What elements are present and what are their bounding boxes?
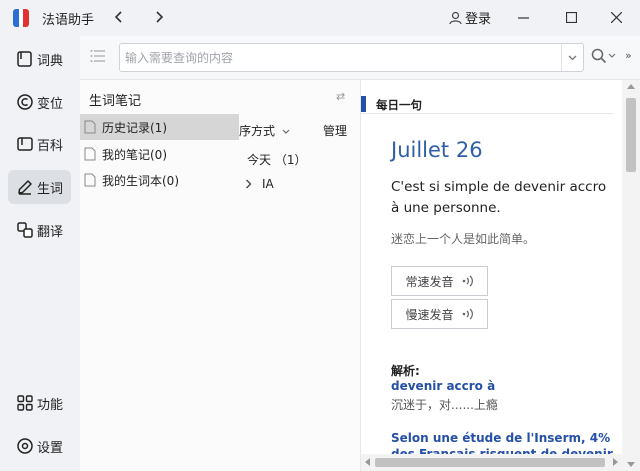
manage-button[interactable]: 管理 — [323, 122, 347, 139]
forward-button[interactable] — [149, 7, 169, 27]
accent-bar — [361, 96, 366, 112]
daily-header: 每日一句 — [361, 96, 613, 114]
chevron-down-icon — [568, 55, 577, 60]
sound-wave-icon — [462, 308, 473, 320]
maximize-icon — [565, 11, 577, 23]
speak-slow-button[interactable]: 慢速发音 — [391, 299, 488, 329]
chevron-down-icon — [282, 129, 290, 134]
swap-icon[interactable]: ⇄ — [336, 90, 345, 103]
conjugation-icon — [17, 94, 33, 110]
sentence-french: C'est si simple de devenir accro à une p… — [391, 179, 607, 216]
encyclopedia-icon — [17, 137, 33, 151]
folder-history[interactable]: 历史记录(1) — [80, 114, 239, 140]
rail-item-vocabulary[interactable]: 生词 — [8, 170, 71, 204]
notes-title: 生词笔记 — [89, 94, 142, 109]
daily-sentence-panel: 每日一句 Juillet 26 C'est si simple de deven… — [360, 80, 640, 471]
french-flag-icon — [13, 9, 29, 27]
title-bar: 法语助手 登录 — [0, 0, 640, 36]
back-button[interactable] — [109, 7, 129, 27]
document-icon — [84, 120, 96, 134]
scroll-right-arrow[interactable] — [613, 458, 618, 466]
analysis-title: 解析: — [391, 364, 420, 378]
folder-label: 我的笔记(0) — [102, 147, 167, 162]
entry-label: IA — [262, 177, 274, 191]
entry-row[interactable]: IA — [245, 177, 274, 191]
analysis-phrase[interactable]: devenir accro à — [391, 379, 495, 393]
close-icon — [610, 11, 622, 23]
more-button[interactable]: » — [625, 49, 632, 62]
rail-item-conjugation[interactable]: 变位 — [8, 85, 71, 119]
search-history-dropdown[interactable] — [561, 44, 583, 71]
chevron-right-icon — [156, 11, 164, 23]
today-group[interactable]: 今天 （1） — [247, 151, 306, 168]
scroll-thumb[interactable] — [626, 98, 636, 172]
close-button[interactable] — [604, 6, 628, 28]
vertical-scrollbar[interactable] — [622, 80, 640, 471]
folder-my-notes[interactable]: 我的笔记(0) — [80, 141, 239, 167]
search-box — [119, 43, 584, 72]
scroll-down-arrow[interactable] — [627, 462, 635, 467]
chevron-right-icon — [246, 179, 252, 189]
document-icon — [84, 147, 96, 161]
folder-my-wordbook[interactable]: 我的生词本(0) — [80, 167, 239, 193]
rail-item-label: 设置 — [37, 440, 64, 456]
sort-dropdown[interactable]: 序方式 — [239, 122, 290, 139]
scroll-up-arrow[interactable] — [627, 84, 635, 89]
entries-list: 序方式 管理 今天 （1） IA — [239, 114, 360, 471]
rail-item-translate[interactable]: 翻译 — [8, 213, 71, 247]
notes-header: 生词笔记 ⇄ — [80, 80, 360, 114]
rail-item-label: 翻译 — [37, 224, 64, 240]
search-icon — [591, 48, 607, 64]
rail-item-label: 百科 — [37, 138, 64, 154]
rail-item-label: 生词 — [37, 181, 64, 197]
list-icon[interactable] — [90, 49, 106, 63]
rail-item-settings[interactable]: 设置 — [8, 429, 71, 463]
login-button[interactable]: 登录 — [449, 8, 491, 27]
app-title: 法语助手 — [42, 13, 95, 28]
speak-normal-button[interactable]: 常速发音 — [391, 266, 488, 296]
translate-icon — [17, 222, 33, 238]
search-input[interactable] — [120, 44, 560, 71]
sentence-chinese: 迷恋上一个人是如此简单。 — [391, 232, 536, 246]
sort-label: 序方式 — [239, 124, 276, 138]
daily-date: Juillet 26 — [391, 138, 483, 162]
sound-wave-icon — [462, 275, 473, 287]
pencil-icon — [18, 180, 32, 195]
nav-rail: 词典 变位 百科 生词 翻译 功能 设置 — [0, 36, 80, 471]
user-icon — [449, 11, 462, 24]
minimize-button[interactable] — [511, 6, 535, 28]
folder-label: 我的生词本(0) — [102, 173, 179, 188]
analysis-meaning: 沉迷于，对......上瘾 — [391, 398, 498, 412]
daily-title: 每日一句 — [376, 98, 422, 112]
rail-item-encyclopedia[interactable]: 百科 — [8, 127, 71, 161]
search-strip: » — [80, 36, 640, 80]
search-button[interactable] — [591, 48, 616, 64]
speak-normal-label: 常速发音 — [405, 274, 454, 289]
rail-item-label: 功能 — [37, 397, 64, 413]
rail-item-label: 变位 — [37, 96, 64, 112]
minimize-icon — [517, 16, 529, 19]
folder-label: 历史记录(1) — [102, 120, 167, 135]
chevron-left-icon — [114, 11, 122, 23]
settings-icon — [17, 438, 33, 454]
speak-slow-label: 慢速发音 — [405, 307, 454, 322]
document-icon — [84, 173, 96, 187]
login-label: 登录 — [465, 12, 492, 27]
folder-list: 历史记录(1) 我的笔记(0) 我的生词本(0) — [80, 114, 239, 471]
notes-panel: 生词笔记 ⇄ 历史记录(1) 我的笔记(0) 我的生词本(0) 序方式 管理 今… — [80, 80, 360, 471]
maximize-button[interactable] — [559, 6, 583, 28]
grid-icon — [17, 395, 33, 411]
scroll-left-arrow[interactable] — [365, 458, 370, 466]
horizontal-scrollbar[interactable] — [361, 454, 622, 471]
scroll-thumb[interactable] — [375, 458, 605, 467]
rail-item-dictionary[interactable]: 词典 — [8, 42, 71, 76]
chevron-down-icon — [608, 53, 616, 58]
dictionary-icon — [17, 51, 32, 67]
rail-item-functions[interactable]: 功能 — [8, 386, 71, 420]
rail-item-label: 词典 — [37, 53, 64, 69]
